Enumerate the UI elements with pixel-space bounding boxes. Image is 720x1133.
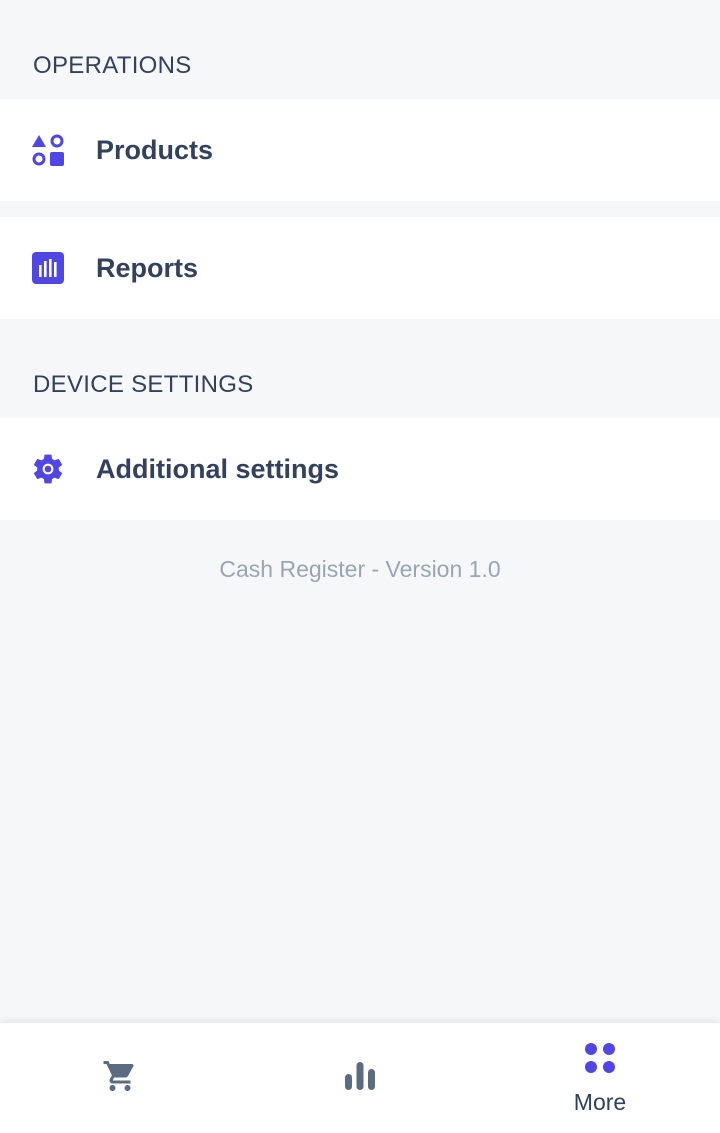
nav-item-more[interactable]: More bbox=[480, 1023, 720, 1133]
bar-chart-icon bbox=[342, 1058, 378, 1099]
reports-chart-icon bbox=[30, 250, 66, 286]
section-header-device-settings: DEVICE SETTINGS bbox=[33, 371, 254, 398]
cart-icon bbox=[102, 1058, 138, 1099]
nav-item-cart[interactable] bbox=[0, 1023, 240, 1133]
version-text: Cash Register - Version 1.0 bbox=[219, 556, 501, 582]
menu-item-label: Products bbox=[96, 134, 214, 165]
menu-item-reports[interactable]: Reports bbox=[0, 217, 720, 319]
menu-item-additional-settings[interactable]: Additional settings bbox=[0, 418, 720, 520]
menu-item-products[interactable]: Products bbox=[0, 99, 720, 201]
gear-icon bbox=[30, 451, 66, 487]
nav-item-reports[interactable] bbox=[240, 1023, 480, 1133]
divider bbox=[0, 201, 720, 217]
menu-item-label: Reports bbox=[96, 252, 199, 283]
section-header-operations: OPERATIONS bbox=[33, 52, 192, 79]
more-screen: OPERATIONS Products Reports DEVICE SETTI… bbox=[0, 0, 720, 1133]
grid-dots-icon bbox=[582, 1040, 618, 1081]
bottom-navigation: More bbox=[0, 1023, 720, 1133]
products-shapes-icon bbox=[30, 132, 66, 168]
menu-item-label: Additional settings bbox=[96, 453, 339, 484]
nav-label-more: More bbox=[573, 1089, 627, 1115]
